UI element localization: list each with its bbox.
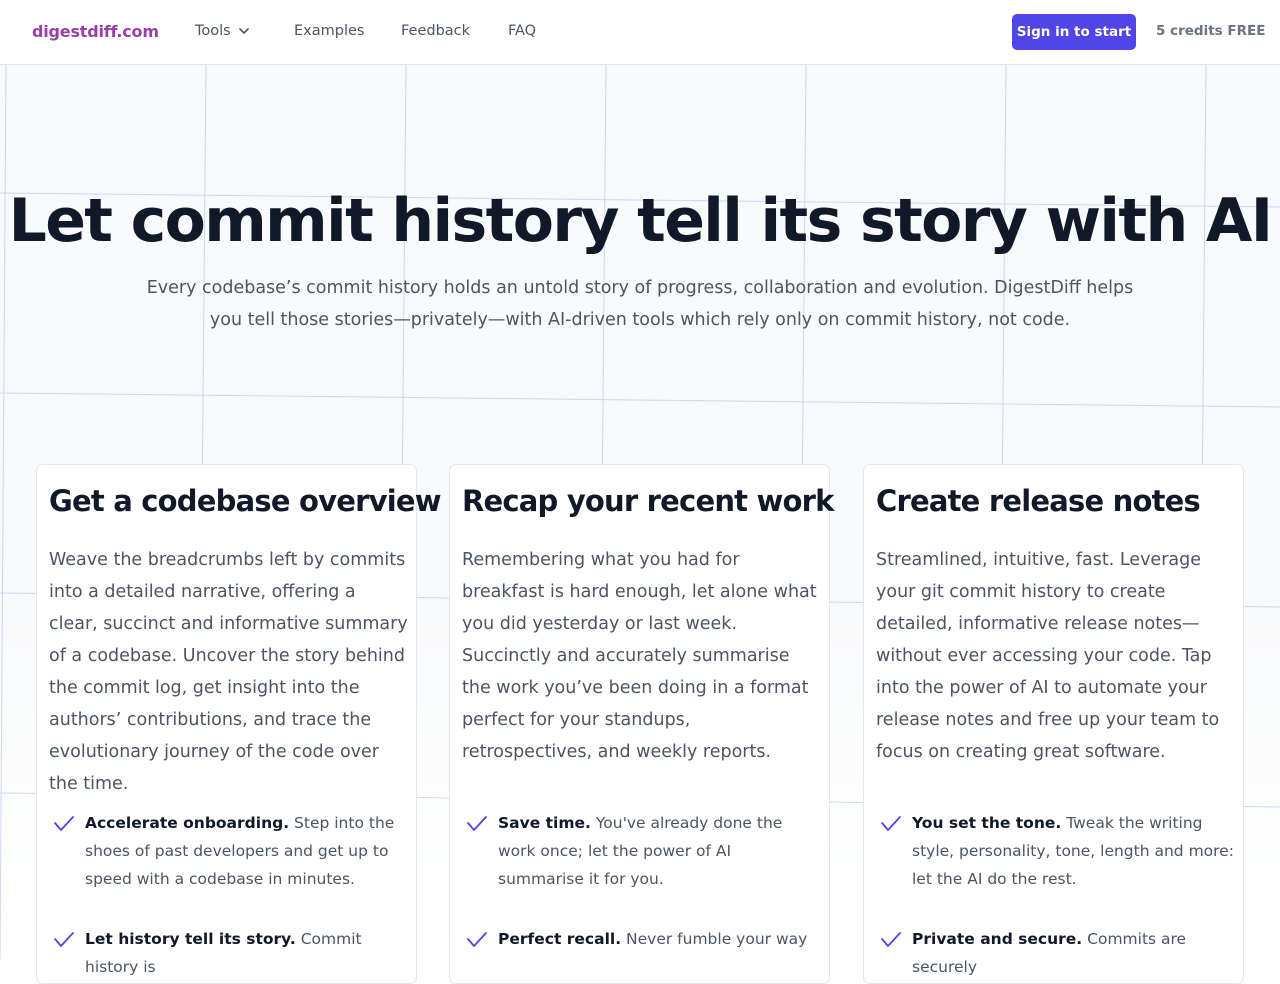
nav-tools-label: Tools	[195, 23, 231, 39]
feature-title: Let history tell its story.	[85, 930, 296, 948]
feature-item: You set the tone. Tweak the writing styl…	[880, 809, 1235, 893]
feature-item: Let history tell its story. Commit histo…	[53, 925, 408, 981]
feature-title: You set the tone.	[912, 814, 1062, 832]
hero-title: Let commit history tell its story with A…	[8, 186, 1273, 256]
card-title: Get a codebase overview	[49, 484, 442, 518]
card-title: Recap your recent work	[462, 484, 834, 518]
card-title: Create release notes	[876, 484, 1201, 518]
check-icon	[881, 816, 901, 831]
feature-item: Accelerate onboarding. Step into the sho…	[53, 809, 408, 893]
card-codebase-overview: Get a codebase overview Weave the breadc…	[36, 464, 442, 984]
feature-item: Save time. You've already done the work …	[466, 809, 821, 893]
nav-tools-menu[interactable]: Tools	[195, 23, 251, 39]
check-icon	[54, 932, 74, 947]
check-icon	[467, 932, 487, 947]
free-credits-label: 5 credits FREE	[1156, 23, 1266, 39]
nav-examples-link[interactable]: Examples	[294, 23, 364, 39]
brand-logo[interactable]: digestdiff.com	[32, 22, 159, 41]
feature-title: Perfect recall.	[498, 930, 622, 948]
card-description: Remembering what you had for breakfast i…	[462, 550, 817, 762]
card-description: Weave the breadcrumbs left by commits in…	[49, 550, 408, 794]
top-nav: digestdiff.com Tools Examples Feedback F…	[0, 0, 1280, 65]
feature-title: Save time.	[498, 814, 591, 832]
nav-faq-link[interactable]: FAQ	[508, 23, 536, 39]
chevron-down-icon	[238, 28, 249, 34]
card-recap-work: Recap your recent work Remembering what …	[449, 464, 834, 984]
feature-item: Private and secure. Commits are securely	[880, 925, 1235, 981]
card-description: Streamlined, intuitive, fast. Leverage y…	[876, 550, 1220, 762]
feature-text: Never fumble your way	[626, 930, 808, 948]
check-icon	[881, 932, 901, 947]
sign-in-button[interactable]: Sign in to start	[1012, 14, 1136, 50]
card-release-notes: Create release notes Streamlined, intuit…	[863, 464, 1244, 984]
hero-subtitle: Every codebase’s commit history holds an…	[146, 278, 1134, 330]
check-icon	[467, 816, 487, 831]
feature-title: Accelerate onboarding.	[85, 814, 290, 832]
check-icon	[54, 816, 74, 831]
feature-title: Private and secure.	[912, 930, 1083, 948]
nav-feedback-link[interactable]: Feedback	[401, 23, 470, 39]
feature-item: Perfect recall. Never fumble your way	[466, 925, 821, 953]
